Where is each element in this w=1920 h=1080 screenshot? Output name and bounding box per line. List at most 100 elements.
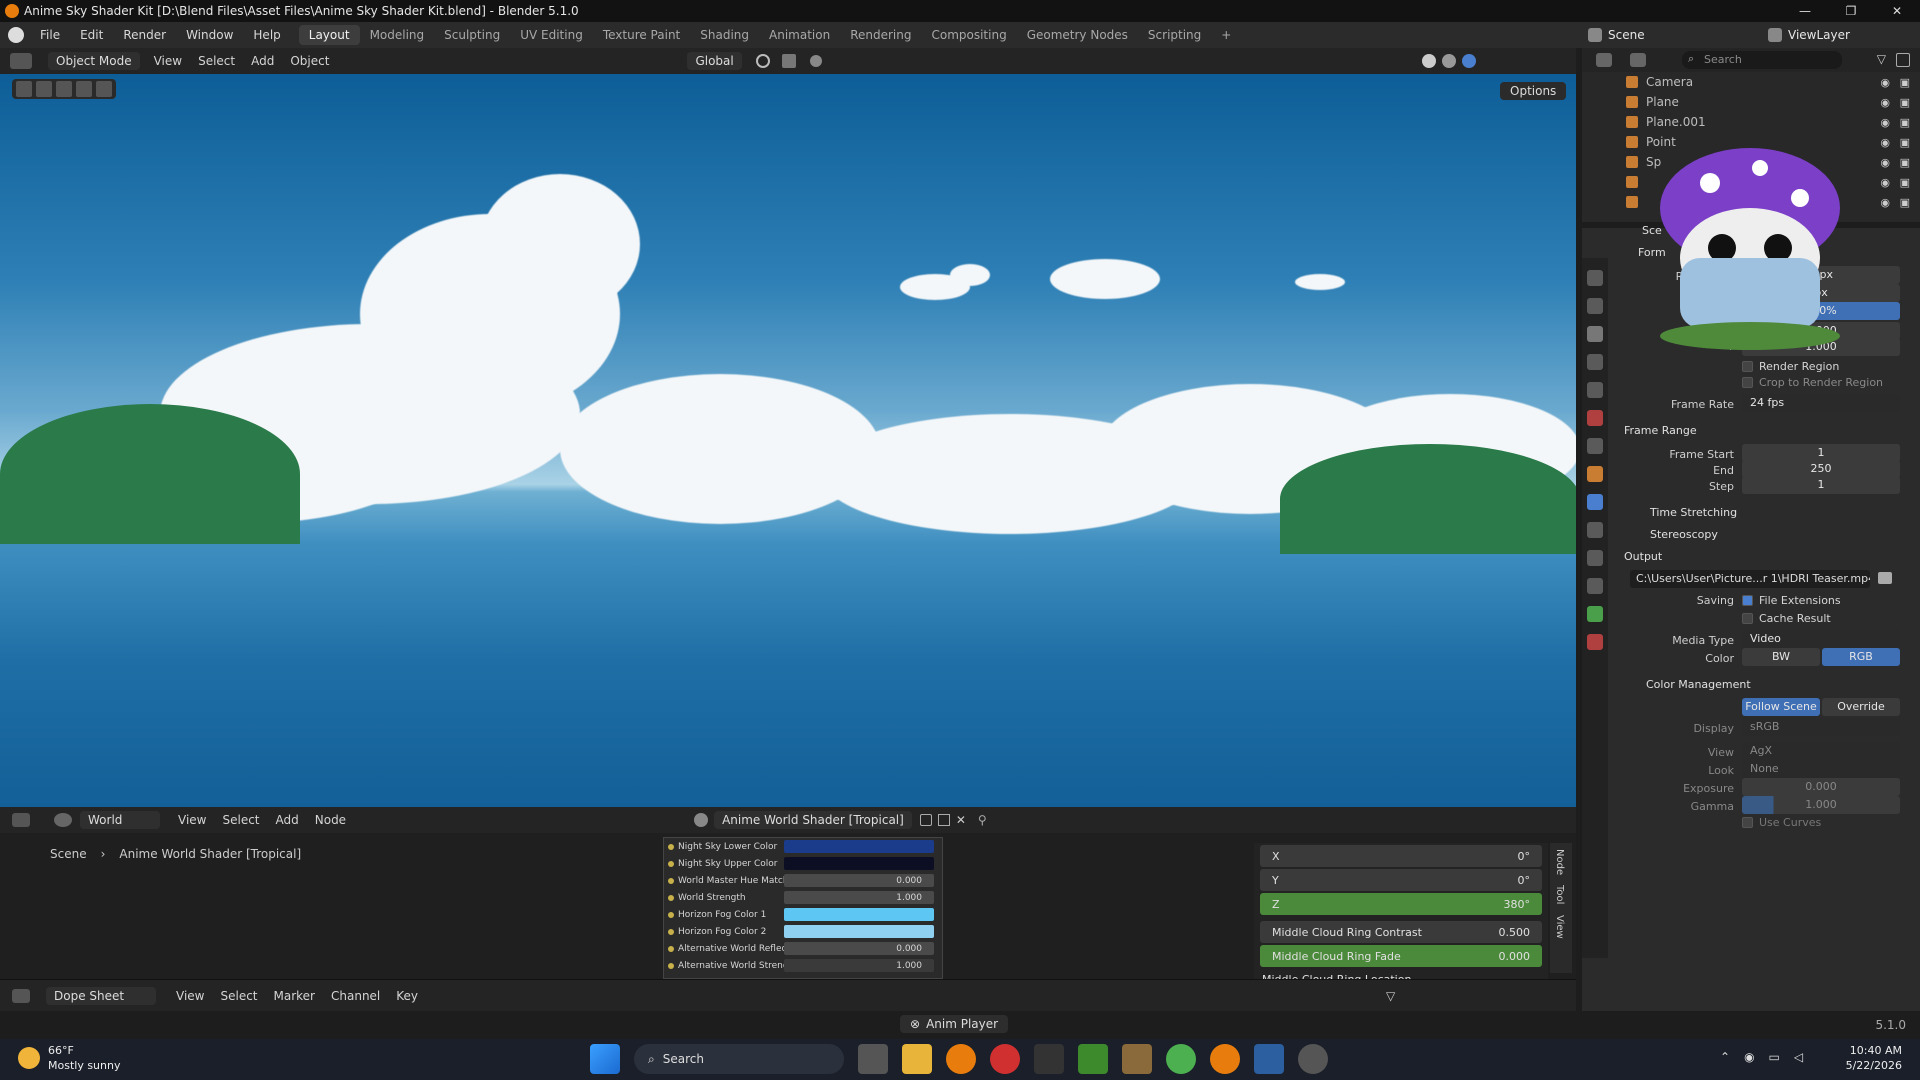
dope-sheet-mode-dropdown[interactable]: Dope Sheet [46,986,156,1005]
editor-type-icon[interactable] [10,53,32,69]
frame-range-section[interactable]: Frame Range [1624,424,1697,437]
node-editor-type-icon[interactable] [12,813,30,827]
proportional-edit-icon[interactable] [809,55,822,67]
visibility-eye-icon[interactable]: ◉ [1880,116,1890,129]
rotation-z-field[interactable]: Z 380° [1260,893,1542,915]
visibility-eye-icon[interactable]: ◉ [1880,136,1890,149]
use-curves-checkbox[interactable]: Use Curves [1742,816,1821,829]
outliner-item[interactable]: Plane.001 ◉ ▣ [1582,112,1920,132]
material-tab-icon[interactable] [1587,634,1603,650]
constraints-tab-icon[interactable] [1587,578,1603,594]
tab-compositing[interactable]: Compositing [921,25,1016,45]
minimize-button[interactable]: — [1782,0,1828,22]
node-editor[interactable]: Scene › Anime World Shader [Tropical] Ni… [0,833,1576,986]
duplicate-datablock-icon[interactable] [937,814,950,826]
menu-object[interactable]: Object [282,54,337,68]
chrome-icon[interactable] [1166,1044,1196,1074]
blender-active-icon[interactable] [1210,1044,1240,1074]
visibility-eye-icon[interactable]: ◉ [1880,96,1890,109]
render-camera-icon[interactable]: ▣ [1900,176,1910,189]
dope-menu-channel[interactable]: Channel [323,989,388,1003]
menu-select[interactable]: Select [190,54,243,68]
visibility-eye-icon[interactable]: ◉ [1880,76,1890,89]
pin-icon[interactable]: ⚲ [978,813,987,827]
menu-window[interactable]: Window [176,22,243,48]
snap-icon[interactable] [781,54,796,68]
outliner-item[interactable]: Camera ◉ ▣ [1582,72,1920,92]
node-input-value-field[interactable] [784,925,934,938]
sidebar-tab-tool[interactable]: Tool [1554,885,1565,904]
menu-help[interactable]: Help [243,22,290,48]
folder-icon[interactable] [1878,572,1892,584]
photoshop-icon[interactable] [1254,1044,1284,1074]
world-datablock-selector[interactable]: Anime World Shader [Tropical] [714,811,912,829]
windows-start-icon[interactable] [590,1044,620,1074]
outliner-search-input[interactable]: Search [1682,51,1842,69]
tab-layout[interactable]: Layout [298,25,360,45]
scene-tab-icon[interactable] [1587,382,1603,398]
viewport-shading-solid-icon[interactable] [1421,54,1436,68]
chevron-up-icon[interactable]: ⌃ [1720,1050,1730,1064]
unlink-datablock-icon[interactable]: ✕ [956,813,966,827]
menu-view[interactable]: View [146,54,190,68]
cloud-ring-fade-field[interactable]: Middle Cloud Ring Fade 0.000 [1260,945,1542,967]
weather-widget[interactable]: 66°F Mostly sunny [18,1043,120,1073]
socket-icon[interactable] [668,894,674,901]
exposure-field[interactable]: 0.000 [1742,778,1900,796]
tab-modeling[interactable]: Modeling [360,25,435,45]
cache-result-checkbox[interactable]: Cache Result [1742,612,1831,625]
select-box-icon[interactable] [16,81,32,97]
frame-rate-dropdown[interactable]: 24 fps [1742,394,1900,412]
rotation-x-field[interactable]: X 0° [1260,845,1542,867]
socket-icon[interactable] [668,962,674,969]
render-camera-icon[interactable]: ▣ [1900,156,1910,169]
transform-orientation-dropdown[interactable]: Global [687,52,742,70]
menu-add[interactable]: Add [243,54,282,68]
viewport-shading-material-icon[interactable] [1441,54,1456,68]
node-input-row[interactable]: World Strength 1.000 [664,889,942,906]
socket-icon[interactable] [668,945,674,952]
visibility-eye-icon[interactable]: ◉ [1880,156,1890,169]
pivot-icon[interactable] [755,54,770,68]
select-subtract-icon[interactable] [76,81,92,97]
node-menu-node[interactable]: Node [307,813,354,827]
output-path-field[interactable]: C:\Users\User\Picture...r 1\HDRI Teaser.… [1630,570,1870,588]
world-type-dropdown[interactable]: World [80,811,160,829]
modifier-tab-icon[interactable] [1587,494,1603,510]
collection-tab-icon[interactable] [1587,438,1603,454]
color-rgb-button[interactable]: RGB [1822,648,1900,666]
object-tab-icon[interactable] [1587,466,1603,482]
node-input-row[interactable]: Night Sky Lower Color [664,838,942,855]
socket-icon[interactable] [668,928,674,935]
file-extensions-checkbox[interactable]: File Extensions [1742,594,1841,607]
select-new-icon[interactable] [36,81,52,97]
socket-icon[interactable] [668,911,674,918]
override-button[interactable]: Override [1822,698,1900,716]
socket-icon[interactable] [668,860,674,867]
render-camera-icon[interactable]: ▣ [1900,196,1910,209]
blender-taskbar-icon[interactable] [946,1044,976,1074]
tab-sculpting[interactable]: Sculpting [434,25,510,45]
output-section[interactable]: Output [1624,550,1662,563]
node-input-value-field[interactable] [784,840,934,853]
anim-player-button[interactable]: ⊗ Anim Player [900,1015,1009,1033]
tab-rendering[interactable]: Rendering [840,25,921,45]
select-invert-icon[interactable] [96,81,112,97]
file-explorer-icon[interactable] [902,1044,932,1074]
tab-texture-paint[interactable]: Texture Paint [593,25,690,45]
view-layer-tab-icon[interactable] [1587,354,1603,370]
options-button[interactable]: Options [1500,82,1567,100]
render-tab-icon[interactable] [1587,298,1603,314]
media-type-dropdown[interactable]: Video [1742,630,1900,648]
dope-menu-key[interactable]: Key [388,989,426,1003]
world-tab-icon[interactable] [1587,410,1603,426]
menu-file[interactable]: File [30,22,70,48]
filter-icon[interactable]: ▽ [1877,52,1886,66]
gamma-field[interactable]: 1.000 [1742,796,1900,814]
steam-icon[interactable] [1298,1044,1328,1074]
display-mode-icon[interactable] [1630,53,1646,67]
scene-selector[interactable]: Scene [1588,25,1748,45]
mode-dropdown[interactable]: Object Mode [48,52,140,70]
taskbar-search[interactable]: ⌕ Search [634,1044,844,1074]
visibility-eye-icon[interactable]: ◉ [1880,196,1890,209]
